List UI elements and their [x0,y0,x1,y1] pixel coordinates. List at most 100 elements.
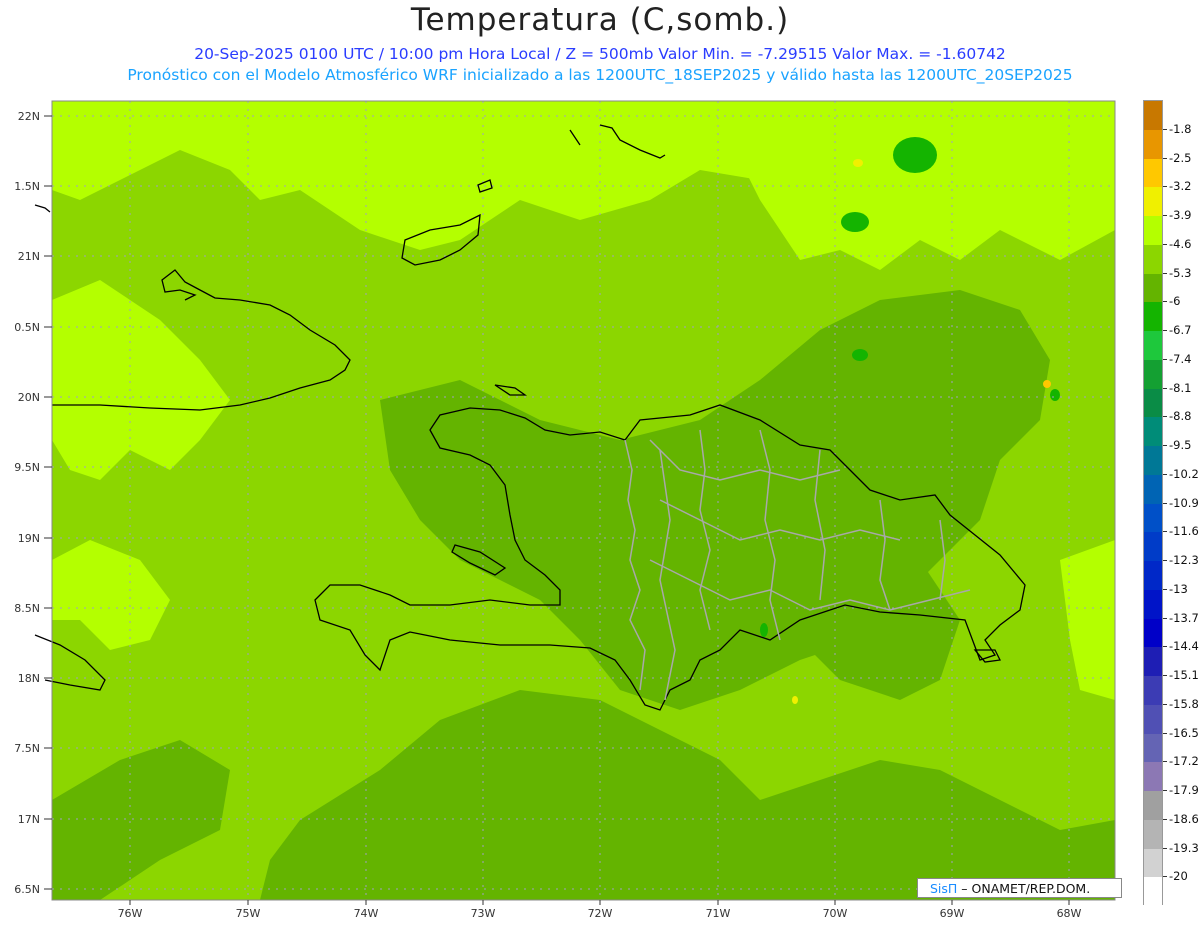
colorbar-tick [1163,790,1167,791]
lon-label: 76W [118,907,143,920]
lat-label: 22N [18,110,40,123]
colorbar-tick [1163,876,1167,878]
field-cell-yellow1 [853,159,863,167]
colorbar-segment [1144,561,1162,591]
lat-label: 18N [18,672,40,685]
field-cell-ne1 [893,137,937,173]
colorbar-tick [1163,416,1167,418]
colorbar-tick [1163,387,1167,389]
colorbar-segment [1144,704,1162,734]
lon-label: 73W [471,907,496,920]
colorbar-tick [1163,215,1167,216]
colorbar-label: -16.5 [1169,725,1199,740]
lat-label: 1.5N [14,180,40,193]
field-cell-c1 [760,623,768,637]
colorbar-tick [1163,588,1167,590]
colorbar-label: -4.6 [1169,236,1192,251]
cuba-west-coast [34,204,51,213]
colorbar-label: -15.8 [1169,696,1199,711]
colorbar-label: -2.5 [1169,150,1192,165]
colorbar-label: -13 [1169,581,1188,596]
colorbar-label: -15.1 [1169,668,1199,682]
colorbar-segment [1144,819,1162,849]
colorbar-label: -13.7 [1169,610,1199,625]
colorbar-tick [1163,243,1167,245]
colorbar-segment [1144,733,1162,763]
lon-label: 71W [706,907,731,920]
colorbar-label: -3.9 [1169,208,1192,222]
field-cell-yellow3 [792,696,798,704]
colorbar-segment [1144,216,1162,246]
lat-label: 7.5N [14,742,40,755]
colorbar-segment [1144,359,1162,389]
credit-brand: SisΠ [930,881,958,896]
lat-label: 20N [18,391,40,404]
field-cell-ne3 [852,349,868,361]
colorbar-label: -5.3 [1169,265,1192,280]
colorbar-tick [1163,358,1167,360]
colorbar-segment [1144,129,1162,159]
colorbar-segment [1144,791,1162,821]
colorbar-label: -8.1 [1169,380,1192,395]
colorbar-tick [1163,847,1167,849]
lat-label: 17N [18,813,40,826]
colorbar-segment [1144,388,1162,418]
lon-ticks [129,900,1070,905]
lat-label: 8.5N [14,602,40,615]
temperature-map: 22N 1.5N 21N 0.5N 20N 9.5N 19N 8.5N 18N … [14,100,1116,920]
lon-axis: 76W 75W 74W 73W 72W 71W 70W 69W 68W [118,907,1082,920]
credit-org: – ONAMET/REP.DOM. [957,881,1091,896]
colorbar-tick [1163,473,1167,475]
colorbar-label: -14.4 [1169,639,1199,654]
colorbar-label: -17.9 [1169,783,1199,797]
colorbar-tick [1163,617,1167,619]
colorbar-segment [1144,331,1162,361]
colorbar-tick [1163,272,1167,274]
colorbar-label: -10.2 [1169,466,1199,481]
colorbar-segment [1144,618,1162,648]
colorbar-segment [1144,417,1162,447]
colorbar [1143,100,1163,907]
lat-axis: 22N 1.5N 21N 0.5N 20N 9.5N 19N 8.5N 18N … [14,110,40,896]
colorbar-label: -8.8 [1169,409,1192,424]
colorbar-tick [1163,675,1167,676]
lat-label: 9.5N [14,461,40,474]
colorbar-label: -20 [1169,869,1188,884]
colorbar-segment [1144,647,1162,677]
colorbar-label: -10.9 [1169,495,1199,510]
temperature-field [52,101,1115,900]
colorbar-tick [1163,502,1167,504]
colorbar-segment [1144,187,1162,217]
field-cell-yellow2 [1043,380,1051,388]
lon-label: 74W [354,907,379,920]
lon-label: 69W [940,907,965,920]
colorbar-segment [1144,446,1162,476]
colorbar-tick [1163,732,1167,734]
colorbar-label: -3.2 [1169,179,1192,194]
colorbar-tick [1163,531,1167,533]
colorbar-label: -7.4 [1169,351,1192,366]
lon-label: 68W [1057,907,1082,920]
colorbar-segment [1144,589,1162,619]
colorbar-tick [1163,761,1167,763]
colorbar-segment [1144,244,1162,274]
lon-label: 75W [236,907,261,920]
colorbar-label: -9.5 [1169,438,1192,452]
lat-ticks [44,115,52,890]
colorbar-label: -1.8 [1169,121,1192,136]
colorbar-label: -6 [1169,294,1181,309]
lat-label: 6.5N [14,883,40,896]
colorbar-tick [1163,703,1167,705]
lon-label: 72W [588,907,613,920]
colorbar-label: -19.3 [1169,840,1199,855]
colorbar-tick [1163,301,1167,303]
lat-label: 0.5N [14,321,40,334]
colorbar-segment [1144,273,1162,303]
colorbar-segment [1144,101,1162,131]
colorbar-tick [1163,128,1167,130]
colorbar-label: -6.7 [1169,323,1192,337]
colorbar-segment [1144,848,1162,878]
field-cell-ne2 [841,212,869,232]
field-cell-e1 [1050,389,1060,401]
colorbar-tick [1163,330,1167,331]
